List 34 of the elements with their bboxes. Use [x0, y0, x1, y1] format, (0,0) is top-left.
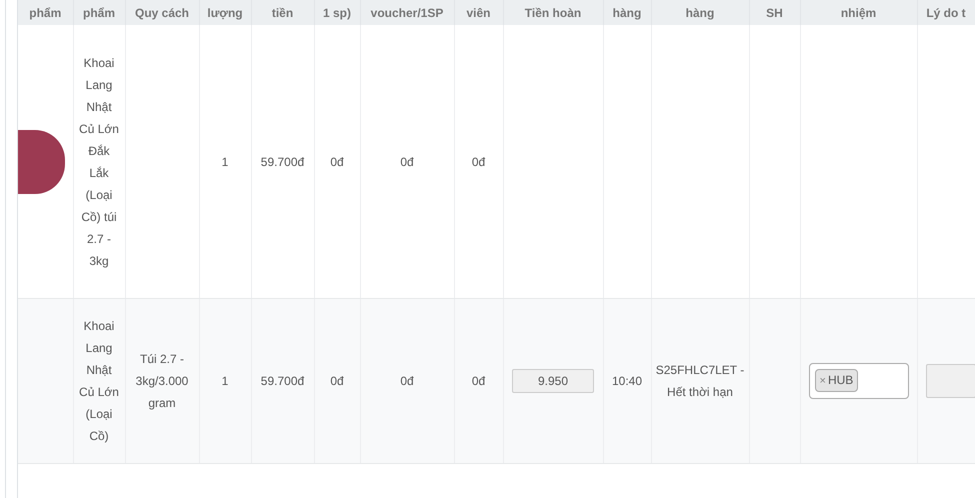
table-cell: 10:40 [612, 374, 642, 388]
input-field[interactable]: 9.950 [512, 369, 594, 393]
column-header: 1 sp) [314, 0, 360, 25]
column-header: viên [454, 0, 503, 25]
table-cell: Túi 2.7 - 3kg/3.000 gram [136, 352, 188, 410]
column-header: Quy cách [125, 0, 199, 25]
table-cell: 0đ [472, 154, 486, 168]
table-cell: 0đ [472, 374, 486, 388]
table-cell: 59.700đ [260, 154, 304, 168]
column-header: SH [749, 0, 800, 25]
table-cell: 59.700đ [260, 374, 304, 388]
column-header: lượng [199, 0, 251, 25]
table-cell: 1 [222, 154, 228, 168]
column-header: phẩm [73, 0, 125, 25]
photo-placeholder [18, 130, 65, 194]
column-header: hàng [651, 0, 749, 25]
column-header: nhiệm [800, 0, 917, 25]
column-header: tiền [251, 0, 314, 25]
tag[interactable]: × HUB [814, 369, 858, 392]
table-cell: 0đ [400, 374, 414, 388]
table-cell: 0đ [330, 154, 344, 168]
table-cell: 0đ [400, 154, 414, 168]
column-header: hàng [603, 0, 651, 25]
table-cell: 0đ [330, 374, 344, 388]
column-header: phẩm [18, 0, 73, 25]
column-header: Lý do t [917, 0, 975, 25]
input-field[interactable] [926, 364, 975, 398]
column-header: voucher/1SP [360, 0, 454, 25]
tag-select-field[interactable]: × HUB [808, 363, 908, 399]
table-cell: Khoai Lang Nhật Củ Lớn (Loại Cồ) [79, 319, 119, 443]
table-cell: Khoai Lang Nhật Củ Lớn Đắk Lắk (Loại Cồ) túi 2.7 - 3kg [79, 56, 119, 268]
column-header: Tiền hoàn [503, 0, 603, 25]
table-cell: S25FHLC7LET - Hết thời hạn [656, 363, 744, 399]
table-cell: 1 [222, 374, 228, 388]
